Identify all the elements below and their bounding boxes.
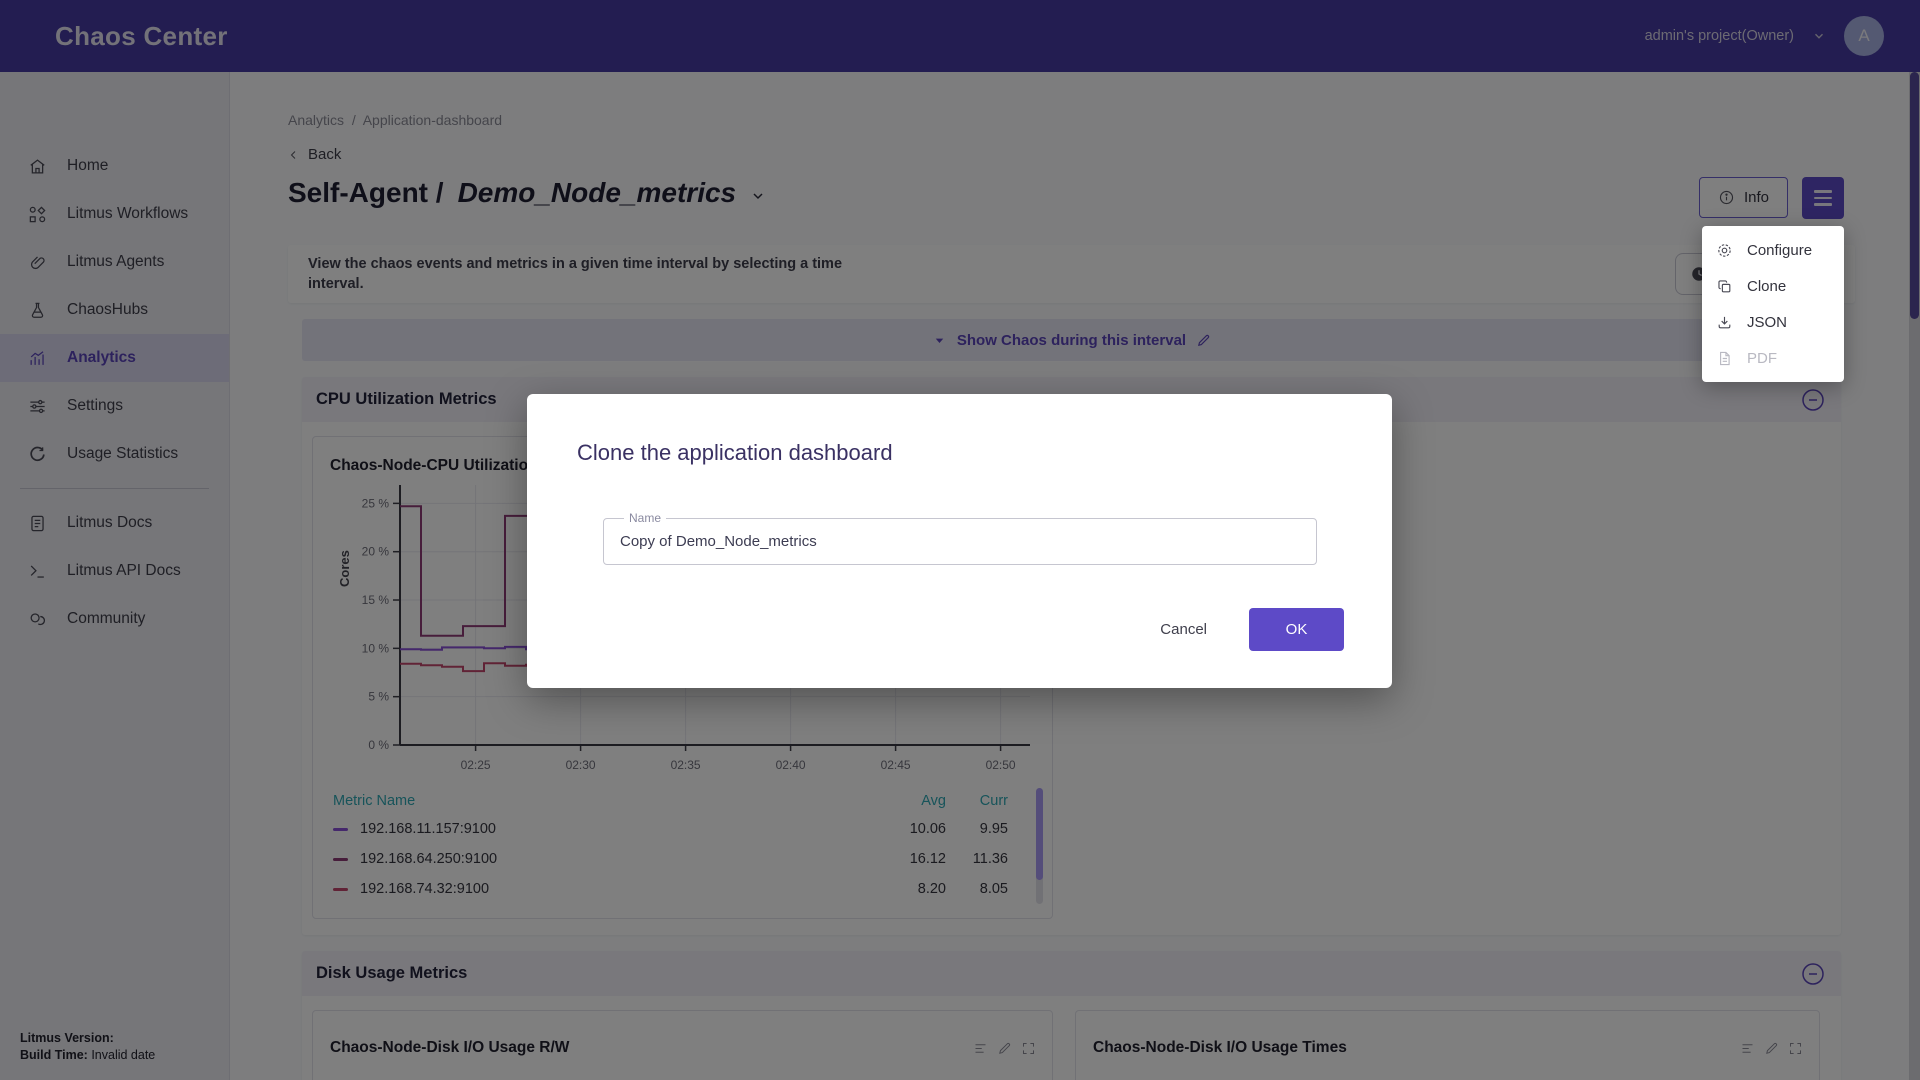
menu-item-json[interactable]: JSON — [1702, 304, 1844, 340]
name-field-label: Name — [624, 511, 666, 525]
chaos-center-app: Chaos Center admin's project(Owner) A Ho… — [0, 0, 1920, 1080]
menu-item-pdf[interactable]: PDF — [1702, 340, 1844, 376]
download-icon — [1716, 314, 1733, 331]
dashboard-name-input[interactable] — [604, 519, 1316, 564]
menu-item-clone[interactable]: Clone — [1702, 268, 1844, 304]
copy-icon — [1716, 278, 1733, 295]
modal-title: Clone the application dashboard — [577, 440, 893, 466]
ok-button[interactable]: OK — [1249, 608, 1344, 651]
name-field: Name — [603, 518, 1317, 565]
clone-dashboard-modal: Clone the application dashboard Name Can… — [527, 394, 1392, 688]
file-icon — [1716, 350, 1733, 367]
dashboard-menu-popover: Configure Clone JSON PDF — [1702, 226, 1844, 382]
cancel-button[interactable]: Cancel — [1160, 621, 1207, 638]
menu-item-configure[interactable]: Configure — [1702, 232, 1844, 268]
gear-icon — [1716, 242, 1733, 259]
